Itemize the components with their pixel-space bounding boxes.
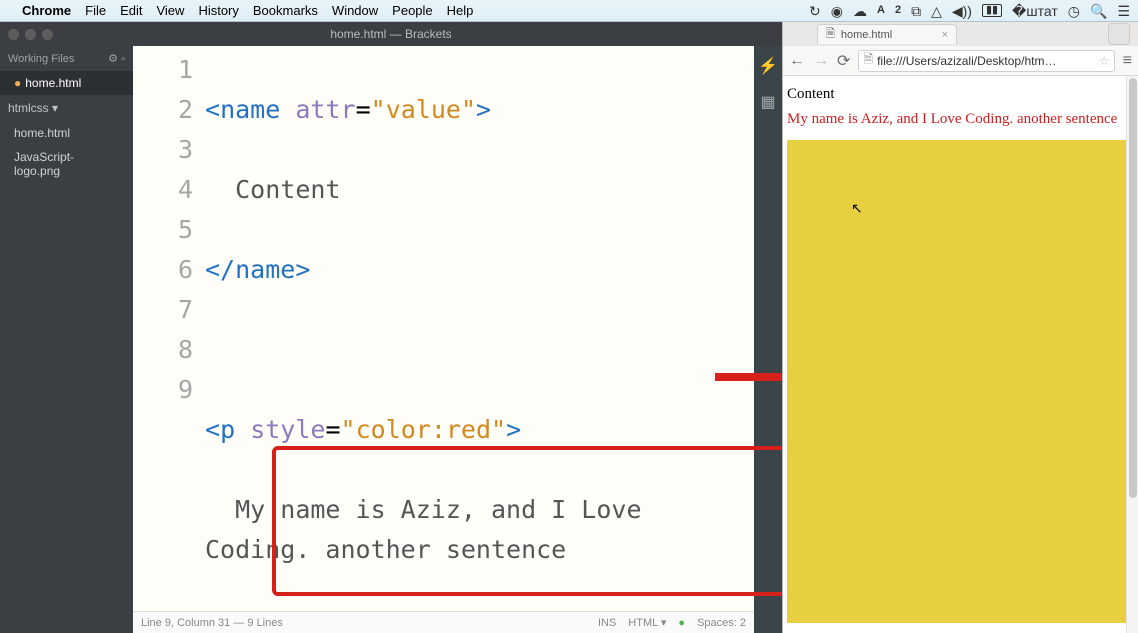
page-icon: 🗎: [863, 50, 873, 71]
brackets-window-title: home.html — Brackets: [0, 27, 782, 41]
page-red-paragraph: My name is Aziz, and I Love Coding. anot…: [787, 111, 1134, 128]
address-bar[interactable]: 🗎 file:///Users/azizali/Desktop/htm… ☆: [858, 50, 1114, 72]
brackets-titlebar: home.html — Brackets: [0, 22, 782, 46]
menu-help[interactable]: Help: [447, 3, 474, 18]
browser-tab[interactable]: 🗎 home.html ×: [817, 24, 957, 44]
menu-edit[interactable]: Edit: [120, 3, 142, 18]
spaces-indicator[interactable]: Spaces: 2: [697, 617, 746, 629]
working-file-home[interactable]: ● home.html: [0, 71, 133, 95]
page-content-text: Content: [787, 86, 1134, 103]
menu-history[interactable]: History: [198, 3, 238, 18]
menu-view[interactable]: View: [156, 3, 184, 18]
battery-icon[interactable]: ▮▮: [982, 4, 1002, 17]
reload-button[interactable]: ⟳: [837, 51, 850, 71]
cloud-icon[interactable]: ☁: [853, 4, 867, 18]
project-file-logo[interactable]: JavaScript-logo.png: [0, 145, 133, 183]
mouse-cursor-icon: ↖: [851, 201, 863, 218]
menulist-icon[interactable]: ☰: [1117, 4, 1130, 18]
volume-icon[interactable]: ◀)): [952, 4, 972, 18]
working-files-header: Working Files ⚙ ▫: [0, 46, 133, 71]
extensions-icon[interactable]: ▦: [760, 92, 775, 112]
brackets-statusbar: Line 9, Column 31 — 9 Lines INS HTML ▾ ●…: [133, 611, 754, 633]
chrome-titlebar: 🗎 home.html ×: [783, 22, 1138, 46]
url-text: file:///Users/azizali/Desktop/htm…: [877, 54, 1056, 68]
menu-bookmarks[interactable]: Bookmarks: [253, 3, 318, 18]
working-file-label: home.html: [25, 76, 81, 90]
back-button[interactable]: ←: [789, 52, 805, 70]
dropbox-icon[interactable]: ⧉: [911, 4, 921, 18]
brackets-window: home.html — Brackets Working Files ⚙ ▫ ●…: [0, 22, 782, 633]
clock-icon[interactable]: ◷: [1068, 4, 1080, 18]
cursor-position: Line 9, Column 31 — 9 Lines: [141, 617, 283, 629]
desktop: home.html — Brackets Working Files ⚙ ▫ ●…: [0, 22, 1138, 633]
wifi-icon[interactable]: �штат: [1012, 4, 1058, 18]
tab-title: home.html: [841, 29, 892, 41]
chrome-window: 🗎 home.html × ← → ⟳ 🗎 file:///Users/aziz…: [782, 22, 1138, 633]
profile-avatar-icon[interactable]: [1108, 23, 1130, 45]
sync-icon[interactable]: ↻: [809, 4, 821, 18]
gdrive-icon[interactable]: △: [931, 4, 942, 18]
menubar-status-icons: ↻ ◉ ☁ A 2 ⧉ △ ◀)) ▮▮ �штат ◷ 🔍 ☰: [809, 4, 1130, 18]
page-scrollbar[interactable]: [1126, 76, 1138, 633]
hamburger-menu-icon[interactable]: ≡: [1123, 52, 1132, 70]
lint-ok-icon[interactable]: ●: [678, 617, 685, 629]
bookmark-star-icon[interactable]: ☆: [1099, 54, 1110, 68]
scrollbar-thumb[interactable]: [1129, 78, 1137, 498]
live-preview-icon[interactable]: ⚡: [758, 56, 778, 76]
file-tab-icon: 🗎: [826, 25, 835, 44]
brackets-editor[interactable]: 123456789 <name attr="value"> Content </…: [133, 46, 754, 633]
project-folder[interactable]: htmlcss ▾: [0, 95, 133, 121]
line-gutter: 123456789: [133, 50, 205, 611]
rendered-page: Content My name is Aziz, and I Love Codi…: [783, 76, 1138, 633]
chevron-down-icon: ▾: [52, 101, 58, 115]
code-content[interactable]: <name attr="value"> Content </name> <p s…: [205, 50, 754, 611]
badge-2-icon[interactable]: 2: [895, 5, 901, 16]
chrome-toolbar: ← → ⟳ 🗎 file:///Users/azizali/Desktop/ht…: [783, 46, 1138, 76]
insert-mode[interactable]: INS: [598, 617, 616, 629]
project-file-home[interactable]: home.html: [0, 121, 133, 145]
menu-window[interactable]: Window: [332, 3, 378, 18]
language-mode[interactable]: HTML ▾: [628, 616, 666, 629]
dirty-dot-icon: ●: [14, 76, 21, 90]
menu-file[interactable]: File: [85, 3, 106, 18]
working-files-label: Working Files: [8, 53, 74, 65]
app-name[interactable]: Chrome: [22, 3, 71, 18]
brackets-sidebar: Working Files ⚙ ▫ ● home.html htmlcss ▾ h…: [0, 46, 133, 633]
spotlight-icon[interactable]: 🔍: [1090, 4, 1107, 18]
macos-menubar: Chrome File Edit View History Bookmarks …: [0, 0, 1138, 22]
close-tab-icon[interactable]: ×: [942, 29, 948, 41]
page-image-placeholder: [787, 140, 1134, 623]
adobe-icon[interactable]: A: [877, 5, 885, 16]
brackets-right-rail: ⚡ ▦: [754, 46, 782, 633]
forward-button[interactable]: →: [813, 52, 829, 70]
menu-people[interactable]: People: [392, 3, 432, 18]
circle-icon[interactable]: ◉: [831, 4, 843, 18]
sidebar-gear-icon[interactable]: ⚙ ▫: [108, 52, 125, 65]
